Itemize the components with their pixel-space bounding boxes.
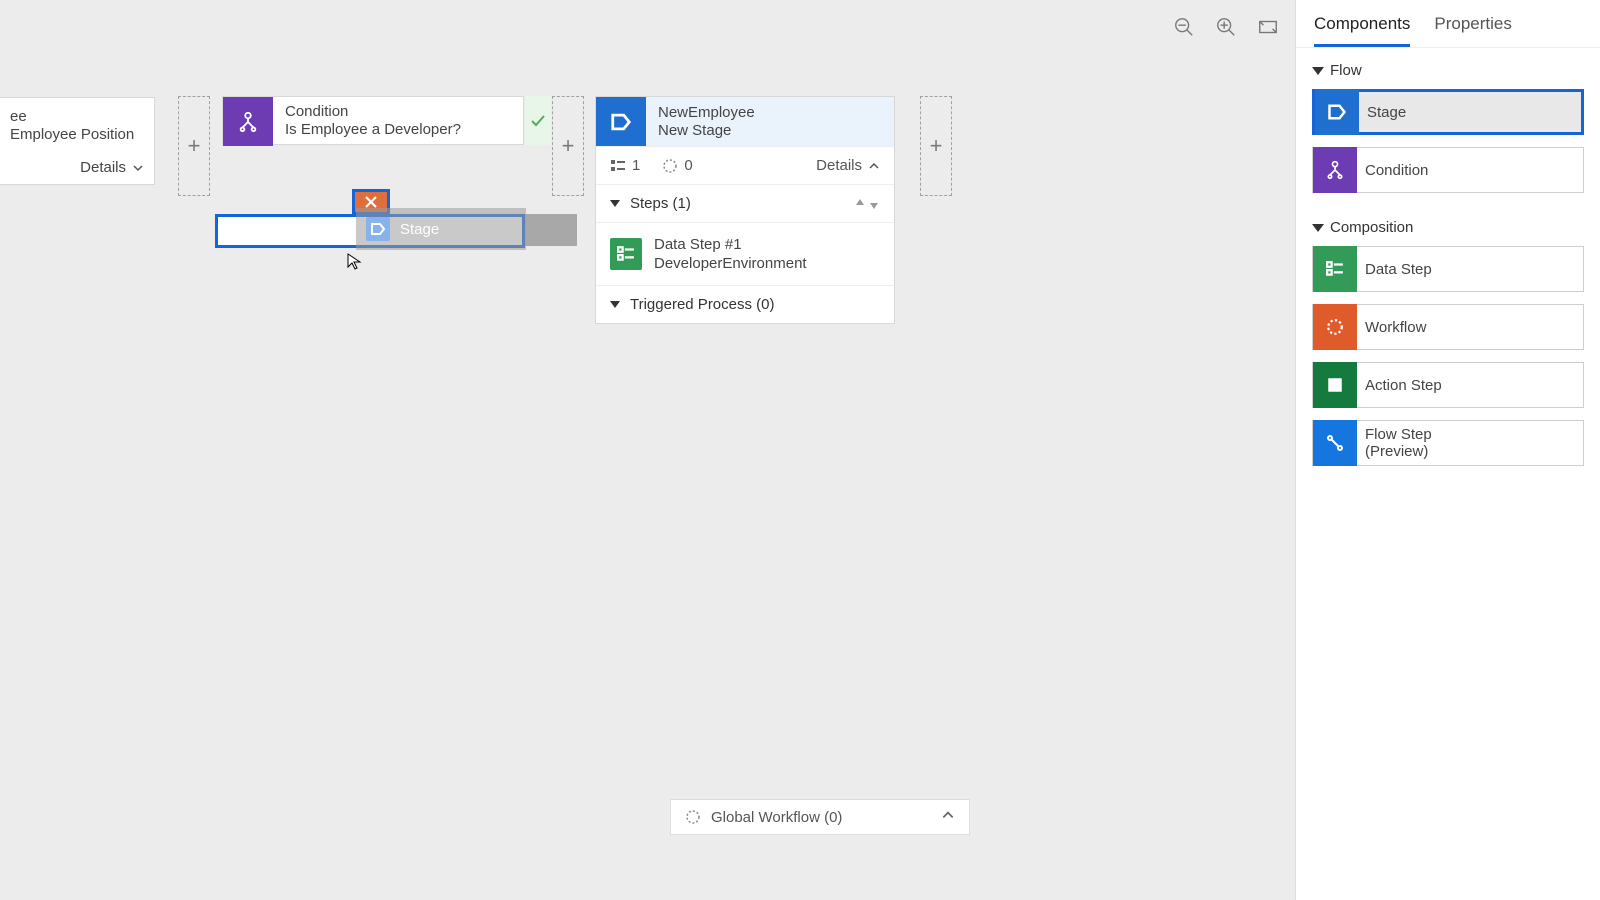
designer-canvas[interactable]: ee Employee Position Details + Condition… [0,0,1295,900]
details-toggle[interactable]: Details [80,159,144,176]
data-step-icon [1313,246,1357,292]
global-workflow-bar[interactable]: Global Workflow (0) [670,799,970,835]
data-step-item[interactable]: Data Step #1 DeveloperEnvironment [596,222,894,285]
stage-subtitle: New Stage [658,122,755,140]
component-stage[interactable]: Stage [1312,89,1584,135]
canvas-toolbar [1172,15,1280,39]
section-composition[interactable]: Composition [1296,205,1600,246]
flow-step-icon [1313,420,1357,466]
stage-icon [366,217,390,241]
steps-header[interactable]: Steps (1) [610,195,691,212]
drop-zone[interactable]: + [920,96,952,196]
triggered-process-header[interactable]: Triggered Process (0) [610,296,775,313]
component-flow-step[interactable]: Flow Step (Preview) [1312,420,1584,466]
stage-name: NewEmployee [658,104,755,122]
condition-icon [1313,147,1357,193]
global-workflow-label: Global Workflow (0) [711,809,842,826]
component-action-step[interactable]: Action Step [1312,362,1584,408]
stage-title: ee Employee Position [0,98,154,144]
zoom-in-icon[interactable] [1214,15,1238,39]
tab-properties[interactable]: Properties [1434,14,1511,47]
action-step-icon [1313,362,1357,408]
fit-screen-icon[interactable] [1256,15,1280,39]
condition-icon [223,97,273,146]
chevron-up-icon [941,808,955,827]
cursor-icon [346,252,364,275]
zoom-out-icon[interactable] [1172,15,1196,39]
workflow-count: 0 [662,157,692,174]
flow-step-label: Flow Step (Preview) [1357,426,1432,460]
step-subtitle: DeveloperEnvironment [654,254,807,273]
component-data-step[interactable]: Data Step [1312,246,1584,292]
condition-node[interactable]: Condition Is Employee a Developer? [222,96,524,145]
data-step-icon [610,238,642,270]
condition-true-indicator [525,96,551,145]
step-title: Data Step #1 [654,235,807,254]
stage-node-expanded[interactable]: NewEmployee New Stage 1 0 Details [595,96,895,324]
tab-components[interactable]: Components [1314,14,1410,47]
drag-target-highlight: Stage [215,214,525,248]
stage-icon [596,97,646,146]
workflow-icon [1313,304,1357,350]
drop-zone[interactable]: + [552,96,584,196]
plus-icon: + [188,133,201,159]
component-workflow[interactable]: Workflow [1312,304,1584,350]
reorder-arrows[interactable] [854,197,880,211]
component-condition[interactable]: Condition [1312,147,1584,193]
side-panel: Components Properties Flow Stage Conditi… [1295,0,1600,900]
stage-icon [1315,89,1359,135]
section-flow[interactable]: Flow [1296,48,1600,89]
condition-question: Is Employee a Developer? [285,121,461,139]
steps-count: 1 [610,157,640,174]
stage-node-partial[interactable]: ee Employee Position Details [0,97,155,185]
plus-icon: + [562,133,575,159]
plus-icon: + [930,133,943,159]
details-toggle[interactable]: Details [816,157,880,174]
drag-ghost-label: Stage [400,221,439,238]
drop-zone[interactable]: + [178,96,210,196]
condition-label: Condition [285,103,461,121]
